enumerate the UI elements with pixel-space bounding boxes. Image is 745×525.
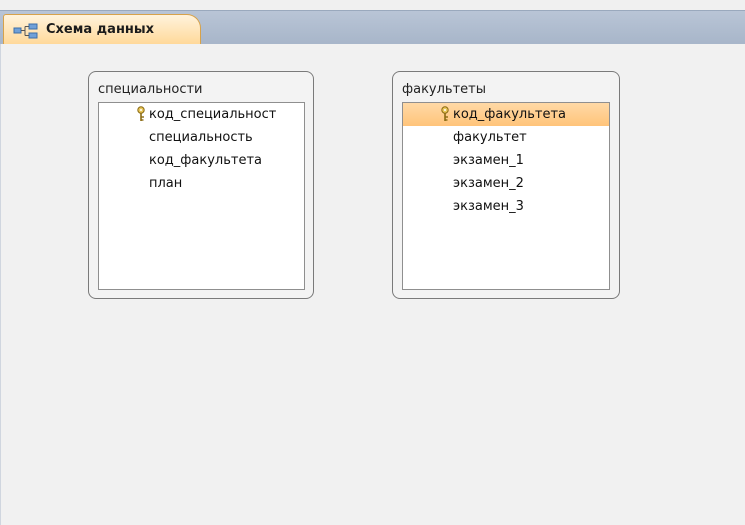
- table-card-fakultety[interactable]: факультеты код_факультета факультет экза…: [392, 71, 620, 299]
- tab-relationships[interactable]: Схема данных: [3, 14, 201, 44]
- field-label: экзамен_2: [453, 176, 524, 191]
- tab-title: Схема данных: [46, 22, 155, 37]
- field-row-selected[interactable]: код_факультета: [403, 103, 609, 126]
- field-label: экзамен_3: [453, 199, 524, 214]
- field-label: план: [149, 176, 183, 191]
- field-row[interactable]: код_специальност: [99, 103, 304, 126]
- relationships-window: Схема данных специальности код_специальн…: [0, 0, 745, 525]
- field-row[interactable]: экзамен_3: [403, 195, 609, 218]
- primary-key-icon: [441, 106, 449, 121]
- table-title: специальности: [98, 82, 203, 97]
- table-card-specialnosti[interactable]: специальности код_специальност специальн…: [88, 71, 314, 299]
- field-row[interactable]: код_факультета: [99, 149, 304, 172]
- field-row[interactable]: экзамен_2: [403, 172, 609, 195]
- field-label: факультет: [453, 130, 527, 145]
- relationships-canvas[interactable]: специальности код_специальност специальн…: [0, 44, 745, 525]
- field-row[interactable]: специальность: [99, 126, 304, 149]
- relationships-icon: [13, 23, 38, 39]
- field-row[interactable]: план: [99, 172, 304, 195]
- field-row[interactable]: экзамен_1: [403, 149, 609, 172]
- table-title: факультеты: [402, 82, 487, 97]
- field-list[interactable]: код_факультета факультет экзамен_1 экзам…: [402, 102, 610, 290]
- field-label: экзамен_1: [453, 153, 524, 168]
- document-tab-strip: Схема данных: [0, 0, 745, 45]
- field-label: код_факультета: [149, 153, 263, 168]
- field-label: специальность: [149, 130, 253, 145]
- field-label: код_факультета: [453, 107, 567, 122]
- field-row[interactable]: факультет: [403, 126, 609, 149]
- primary-key-icon: [137, 106, 145, 121]
- field-label: код_специальност: [149, 107, 277, 122]
- field-list[interactable]: код_специальност специальность код_факул…: [98, 102, 305, 290]
